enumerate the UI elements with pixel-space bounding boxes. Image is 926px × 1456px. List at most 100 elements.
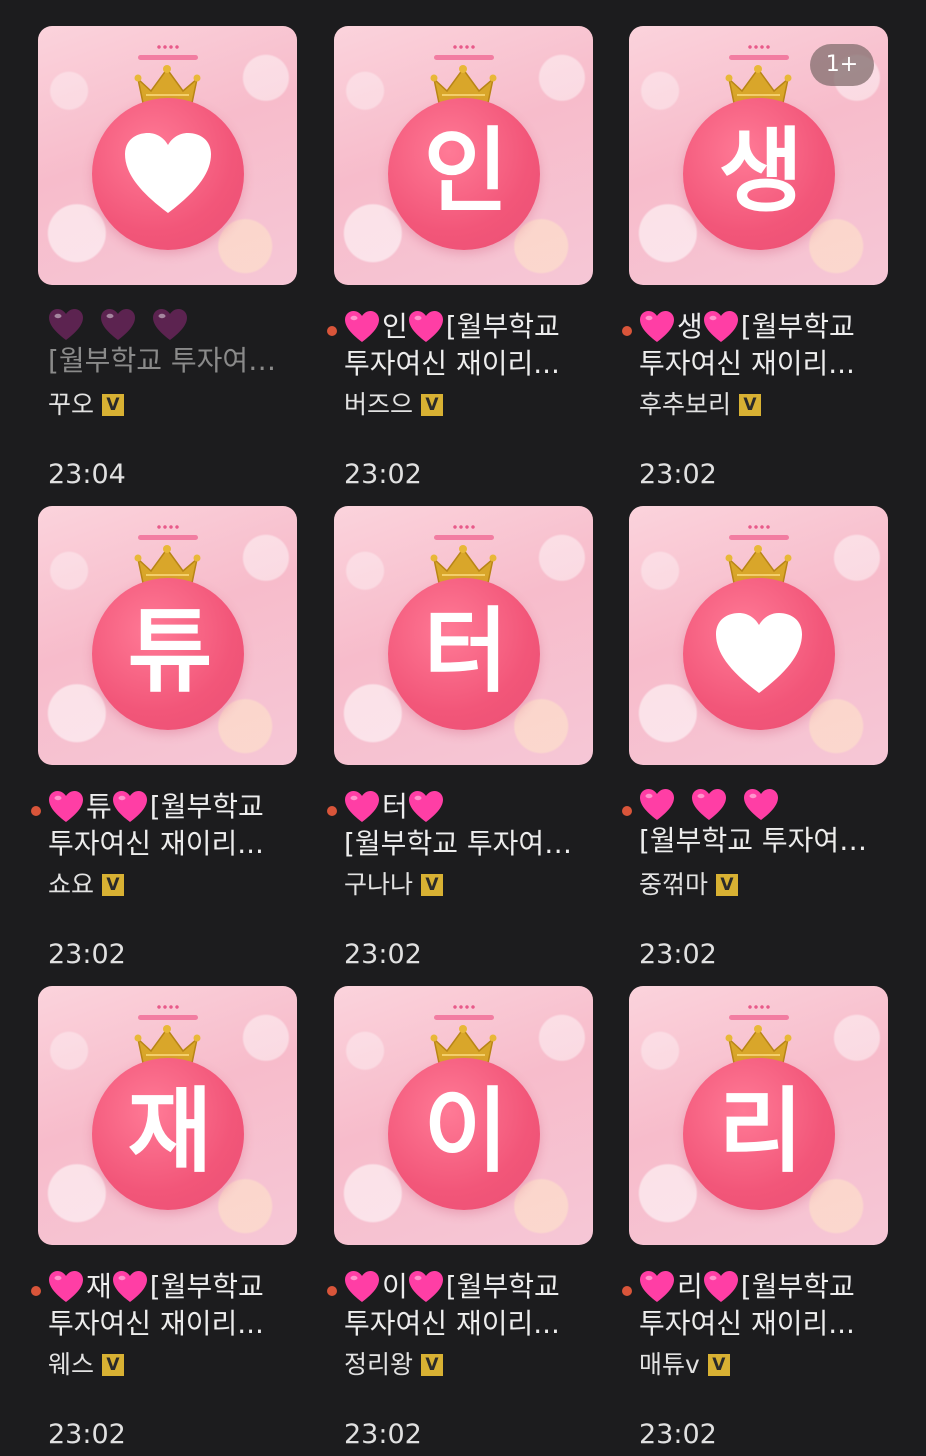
unread-dot bbox=[327, 1286, 337, 1296]
post-thumbnail[interactable]: 인 bbox=[334, 26, 593, 285]
author[interactable]: 웨스 V bbox=[48, 1349, 125, 1381]
author[interactable]: 꾸오 V bbox=[48, 389, 125, 421]
title-char: 튜 bbox=[86, 790, 112, 823]
post-time: 23:02 bbox=[48, 939, 126, 970]
post-thumbnail[interactable]: 재 bbox=[38, 986, 297, 1245]
post-time: 23:04 bbox=[48, 459, 126, 490]
heart-emoji-icon bbox=[345, 790, 379, 822]
decor-tag bbox=[729, 535, 789, 540]
title-rest: [월부학교 bbox=[445, 310, 560, 343]
thumbnail-glyph: 리 bbox=[718, 1078, 804, 1185]
post-card[interactable]: 리 리 [월부학교 투자여신 재이리... 매튜v V 23:02 bbox=[622, 986, 889, 1456]
thumbnail-glyph: 터 bbox=[423, 598, 509, 705]
title-line-2: [월부학교 투자여… bbox=[48, 344, 277, 377]
title-char: 재 bbox=[86, 1270, 112, 1303]
post-time: 23:02 bbox=[344, 939, 422, 970]
post-card[interactable]: [월부학교 투자여… 중꺾마 V 23:02 bbox=[622, 506, 889, 976]
heart-emoji-icon bbox=[640, 789, 674, 820]
decor-tag bbox=[434, 1015, 494, 1020]
heart-emoji-icon bbox=[703, 310, 738, 342]
decor-dots bbox=[747, 45, 771, 49]
post-title[interactable]: 인 [월부학교 투자여신 재이리... bbox=[327, 308, 594, 382]
heart-emoji-icon bbox=[345, 1270, 379, 1302]
post-thumbnail[interactable] bbox=[38, 26, 297, 285]
decor-dots bbox=[452, 1005, 476, 1009]
decor-tag bbox=[138, 55, 198, 60]
heart-icon bbox=[716, 613, 802, 693]
title-char: 리 bbox=[677, 1270, 703, 1303]
post-thumbnail[interactable]: 튜 bbox=[38, 506, 297, 765]
post-title[interactable]: 튜 [월부학교 투자여신 재이리... bbox=[31, 788, 298, 862]
post-thumbnail[interactable]: 터 bbox=[334, 506, 593, 765]
unread-dot bbox=[31, 806, 41, 816]
post-time: 23:02 bbox=[639, 939, 717, 970]
author[interactable]: 중꺾마 V bbox=[639, 869, 739, 901]
title-line-1 bbox=[639, 788, 889, 822]
heart-emoji-icon bbox=[153, 309, 187, 340]
author[interactable]: 구나나 V bbox=[344, 869, 444, 901]
post-title[interactable]: 리 [월부학교 투자여신 재이리... bbox=[622, 1268, 889, 1342]
title-line-2: [월부학교 투자여… bbox=[639, 824, 868, 857]
decor-dots bbox=[452, 525, 476, 529]
post-thumbnail[interactable] bbox=[629, 506, 888, 765]
title-line-1: 튜 [월부학교 bbox=[48, 788, 298, 825]
post-card[interactable]: 터 터 [월부학교 투자여… 구나나 V 23:02 bbox=[327, 506, 594, 976]
heart-emoji-icon bbox=[345, 310, 379, 342]
heart-emoji-icon bbox=[692, 789, 726, 820]
post-card[interactable]: 튜 튜 [월부학교 투자여신 재이리... 쇼요 V 23:02 bbox=[31, 506, 298, 976]
post-time: 23:02 bbox=[344, 459, 422, 490]
title-line-2: 투자여신 재이리... bbox=[48, 1307, 264, 1340]
title-line-2: 투자여신 재이리... bbox=[639, 347, 855, 380]
verified-badge: V bbox=[421, 394, 444, 416]
author[interactable]: 후추보리 V bbox=[639, 389, 762, 421]
title-rest: [월부학교 bbox=[740, 310, 855, 343]
author[interactable]: 매튜v V bbox=[639, 1349, 730, 1381]
post-thumbnail[interactable]: 리 bbox=[629, 986, 888, 1245]
title-line-1: 리 [월부학교 bbox=[639, 1268, 889, 1305]
glyph-circle: 이 bbox=[388, 1058, 540, 1210]
unread-dot bbox=[622, 806, 632, 816]
author-name: 꾸오 bbox=[48, 390, 95, 419]
verified-badge: V bbox=[102, 1354, 125, 1376]
post-card[interactable]: 재 재 [월부학교 투자여신 재이리... 웨스 V 23:02 bbox=[31, 986, 298, 1456]
title-line-2: [월부학교 투자여… bbox=[344, 827, 573, 860]
unread-dot bbox=[622, 1286, 632, 1296]
post-title[interactable]: 재 [월부학교 투자여신 재이리... bbox=[31, 1268, 298, 1342]
title-char: 터 bbox=[382, 790, 408, 823]
post-title[interactable]: 터 [월부학교 투자여… bbox=[327, 788, 594, 862]
heart-emoji-icon bbox=[101, 309, 135, 340]
post-title[interactable]: 생 [월부학교투자여신 재이리... bbox=[622, 308, 889, 382]
post-card[interactable]: 생 1+ 생 [월부학교 투자여신 재이리... 후추보리 V 23:02 bbox=[622, 26, 889, 496]
post-card[interactable]: 이 이 [월부학교 투자여신 재이리... 정리왕 V 23:02 bbox=[327, 986, 594, 1456]
author-name: 중꺾마 bbox=[639, 870, 709, 899]
heart-emoji-icon bbox=[49, 1270, 83, 1302]
title-line-1: 재 [월부학교 bbox=[48, 1268, 298, 1305]
title-rest: [월부학교 bbox=[149, 790, 264, 823]
verified-badge: V bbox=[102, 394, 125, 416]
heart-emoji-icon bbox=[408, 1270, 443, 1302]
thumbnail-glyph: 이 bbox=[423, 1078, 509, 1185]
verified-badge: V bbox=[716, 874, 739, 896]
post-thumbnail[interactable]: 생 1+ bbox=[629, 26, 888, 285]
post-thumbnail[interactable]: 이 bbox=[334, 986, 593, 1245]
thumbnail-glyph: 재 bbox=[127, 1078, 213, 1185]
title-char: 생 bbox=[677, 310, 703, 343]
verified-badge: V bbox=[421, 1354, 444, 1376]
post-card[interactable]: [월부학교 투자여… 꾸오 V 23:04 bbox=[38, 26, 297, 496]
post-title[interactable]: 이 [월부학교 투자여신 재이리... bbox=[327, 1268, 594, 1342]
author[interactable]: 쇼요 V bbox=[48, 869, 125, 901]
author[interactable]: 정리왕 V bbox=[344, 1349, 444, 1381]
title-rest: [월부학교 bbox=[740, 1270, 855, 1303]
glyph-circle bbox=[92, 98, 244, 250]
verified-badge: V bbox=[102, 874, 125, 896]
author-name: 쇼요 bbox=[48, 870, 95, 899]
glyph-circle bbox=[683, 578, 835, 730]
heart-emoji-icon bbox=[640, 310, 674, 342]
heart-icon bbox=[125, 133, 211, 213]
decor-tag bbox=[434, 55, 494, 60]
author[interactable]: 버즈으 V bbox=[344, 389, 444, 421]
author-name: 버즈으 bbox=[344, 390, 414, 419]
post-card[interactable]: 인인 [월부학교 투자여신 재이리... 버즈으 V 23:02 bbox=[327, 26, 594, 496]
post-title[interactable]: [월부학교 투자여… bbox=[622, 788, 889, 859]
post-title[interactable]: [월부학교 투자여… bbox=[48, 308, 298, 379]
